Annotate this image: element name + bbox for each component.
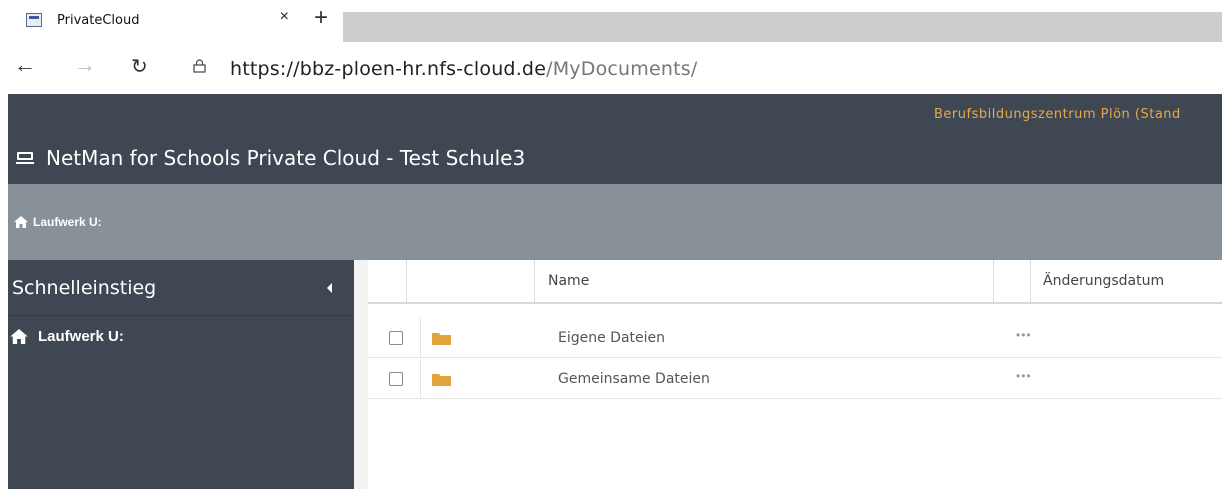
folder-icon [432,333,451,345]
forward-button[interactable]: → [74,52,96,78]
header-divider [993,260,994,302]
reload-button[interactable]: ↻ [131,54,148,79]
url-field[interactable]: https://bbz-ploen-hr.nfs-cloud.de/MyDocu… [230,58,697,80]
breadcrumb[interactable]: Laufwerk U: [14,215,102,229]
lock-icon [193,59,206,73]
column-header-name[interactable]: Name [548,273,589,289]
organization-name: Berufsbildungszentrum Plön (Stand [934,107,1181,122]
new-tab-button[interactable]: + [314,4,328,32]
row-divider [420,359,421,399]
home-icon [10,329,28,344]
netman-favicon-icon [26,13,42,27]
app-title: NetMan for Schools Private Cloud - Test … [16,146,525,170]
folder-icon [432,374,451,386]
header-divider [534,260,535,302]
address-bar: ← → ↻ https://bbz-ploen-hr.nfs-cloud.de/… [0,44,1222,94]
tab-close-icon[interactable]: × [280,8,289,26]
row-actions-button[interactable]: ••• [1016,369,1032,383]
sidebar-heading: Schnelleinstieg [12,276,157,299]
row-actions-button[interactable]: ••• [1016,328,1032,342]
browser-tab[interactable]: PrivateCloud × [8,0,303,40]
breadcrumb-bar: Laufwerk U: [8,184,1222,260]
home-icon [14,216,28,228]
breadcrumb-label: Laufwerk U: [33,215,102,229]
url-path: /MyDocuments/ [546,58,698,80]
table-row[interactable]: Eigene Dateien ••• [368,318,1222,358]
cloud-drive-icon [16,152,34,164]
sidebar: Schnelleinstieg Laufwerk U: [8,260,354,489]
back-button[interactable]: ← [14,52,36,78]
sidebar-item-laufwerk-u[interactable]: Laufwerk U: [8,328,354,345]
file-list: Name Änderungsdatum Eigene Dateien ••• G… [354,260,1222,489]
file-name[interactable]: Eigene Dateien [558,330,665,346]
row-checkbox[interactable] [389,372,403,386]
sidebar-item-label: Laufwerk U: [38,328,124,345]
sidebar-header: Schnelleinstieg [8,260,354,316]
header-divider [1030,260,1031,302]
table-header: Name Änderungsdatum [368,260,1222,304]
url-host: https://bbz-ploen-hr.nfs-cloud.de [230,58,547,80]
caret-left-icon[interactable] [327,282,332,293]
row-checkbox[interactable] [389,331,403,345]
tabstrip-background [343,12,1222,42]
row-divider [420,318,421,358]
app-title-text: NetMan for Schools Private Cloud - Test … [46,146,526,170]
column-header-modified[interactable]: Änderungsdatum [1043,273,1164,289]
file-name[interactable]: Gemeinsame Dateien [558,371,710,387]
browser-tabstrip: PrivateCloud × + [0,0,1222,44]
table-row[interactable]: Gemeinsame Dateien ••• [368,359,1222,399]
app-header: Berufsbildungszentrum Plön (Stand NetMan… [8,94,1222,184]
list-gutter [354,260,368,489]
tab-title: PrivateCloud [57,12,140,28]
header-divider [406,260,407,302]
